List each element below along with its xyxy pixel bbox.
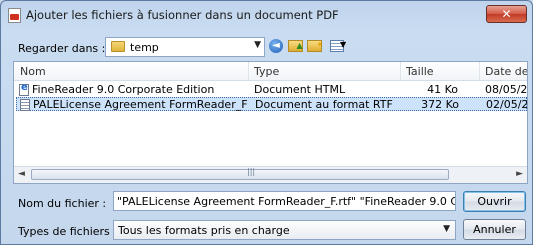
lookin-dropdown[interactable]: temp ▼ xyxy=(105,37,265,57)
scroll-grip: ||| xyxy=(247,167,256,176)
chevron-down-icon: ▼ xyxy=(254,40,261,50)
rtf-file-icon xyxy=(20,99,30,111)
file-size: 372 Ko xyxy=(421,98,459,111)
open-button[interactable]: Ouvrir xyxy=(463,191,526,212)
dialog-window: Ajouter les fichiers à fusionner dans un… xyxy=(0,0,533,245)
back-icon[interactable]: ◄ xyxy=(267,37,285,55)
pdf-app-icon xyxy=(8,8,21,23)
column-divider[interactable] xyxy=(400,62,401,80)
title-bar[interactable]: Ajouter les fichiers à fusionner dans un… xyxy=(1,1,532,29)
filetype-value: Tous les formats pris en charge xyxy=(118,224,290,237)
filename-input[interactable]: "PALELicense Agreement FormReader_F.rtf"… xyxy=(113,191,456,211)
folder-icon xyxy=(111,41,125,52)
close-button[interactable]: ✕ xyxy=(486,5,527,23)
file-date: 08/05/200 xyxy=(485,83,528,96)
window-title: Ajouter les fichiers à fusionner dans un… xyxy=(26,8,339,22)
file-type: Document HTML xyxy=(254,83,346,96)
filetype-dropdown[interactable]: Tous les formats pris en charge ▼ xyxy=(113,220,456,240)
scroll-right-icon[interactable]: ► xyxy=(516,169,523,179)
sort-ascending-icon: ^ xyxy=(128,61,135,67)
column-header-size[interactable]: Taille xyxy=(406,65,434,78)
file-date: 02/05/200 xyxy=(486,98,528,111)
scroll-thumb[interactable]: ||| xyxy=(31,167,449,180)
html-file-icon xyxy=(19,82,29,96)
column-header-name[interactable]: Nom xyxy=(20,65,46,78)
list-header: ^ Nom Type Taille Date de m xyxy=(14,62,527,81)
filetype-label: Types de fichiers : xyxy=(18,225,117,238)
table-row-selected[interactable]: PALELicense Agreement FormReader_F Docum… xyxy=(16,97,527,111)
lookin-value: temp xyxy=(130,41,159,54)
column-divider[interactable] xyxy=(479,62,480,80)
cancel-button[interactable]: Annuler xyxy=(463,219,526,240)
file-list[interactable]: ^ Nom Type Taille Date de m FineReader 9… xyxy=(13,61,528,184)
chevron-down-icon: ▼ xyxy=(443,224,450,234)
file-name: PALELicense Agreement FormReader_F xyxy=(33,98,248,111)
file-type: Document au format RTF xyxy=(255,98,393,111)
column-divider[interactable] xyxy=(248,62,249,80)
new-folder-icon[interactable] xyxy=(305,37,323,55)
column-header-date[interactable]: Date de m xyxy=(485,65,527,78)
filename-label: Nom du fichier : xyxy=(18,197,107,210)
lookin-label: Regarder dans : xyxy=(18,42,106,55)
horizontal-scrollbar[interactable]: ◄ ||| ► xyxy=(14,166,527,183)
scroll-left-icon[interactable]: ◄ xyxy=(18,169,25,179)
up-folder-icon[interactable] xyxy=(286,37,304,55)
table-row[interactable]: FineReader 9.0 Corporate Edition Documen… xyxy=(16,82,528,97)
view-menu-icon[interactable]: ▼ xyxy=(324,37,350,55)
column-header-type[interactable]: Type xyxy=(254,65,279,78)
file-name: FineReader 9.0 Corporate Edition xyxy=(32,83,215,96)
file-size: 41 Ko xyxy=(427,83,458,96)
